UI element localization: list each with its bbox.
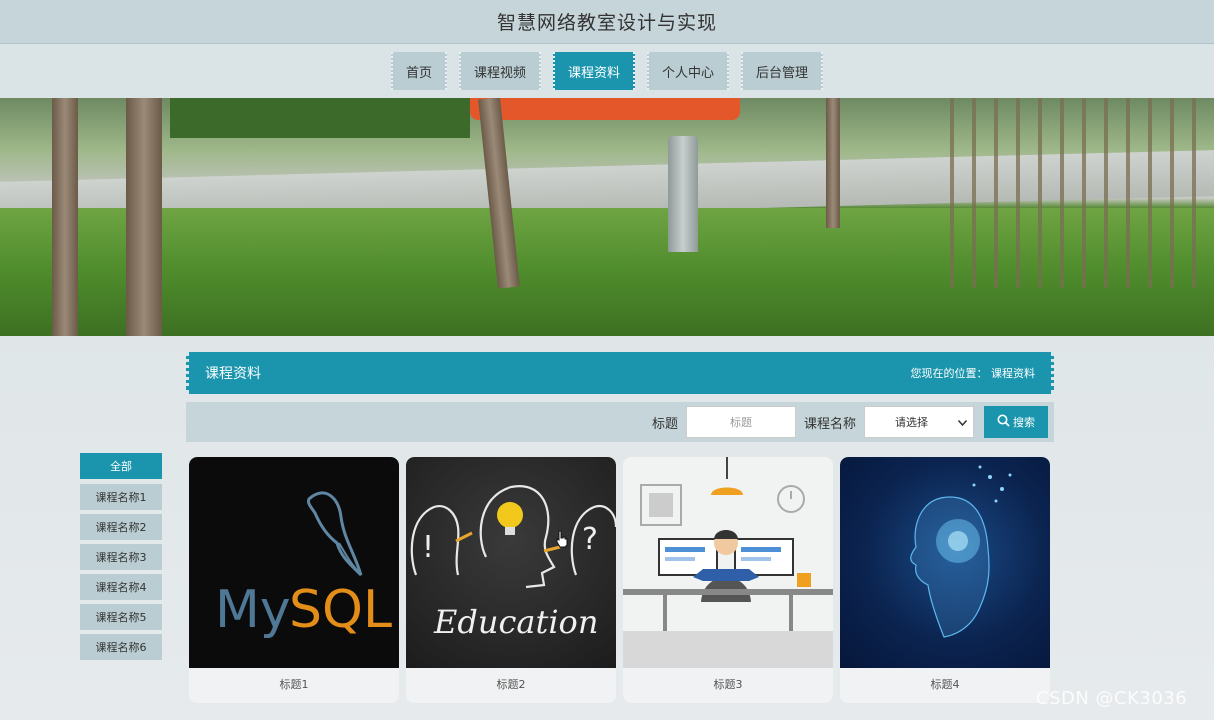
banner-hedge: [170, 98, 470, 138]
nav-item-personal-center[interactable]: 个人中心: [647, 52, 730, 90]
breadcrumb: 您现在的位置： 课程资料: [910, 367, 1036, 380]
section-title: 课程资料: [205, 366, 261, 382]
material-card[interactable]: 标题3: [623, 457, 833, 703]
card-thumbnail-office: [623, 457, 833, 668]
sidebar-item-all[interactable]: 全部: [80, 453, 162, 479]
hand-cursor-icon: [555, 530, 569, 552]
sidebar-item-course-6[interactable]: 课程名称6: [80, 634, 162, 660]
card-thumbnail-mysql: My SQL: [189, 457, 399, 668]
title-label: 标题: [651, 416, 678, 432]
education-text: Education: [433, 603, 598, 641]
svg-text:!: !: [422, 530, 434, 565]
course-name-select[interactable]: 请选择: [864, 406, 974, 438]
site-title: 智慧网络教室设计与实现: [496, 12, 717, 34]
banner-tree: [52, 98, 78, 336]
nav-item-admin[interactable]: 后台管理: [741, 52, 824, 90]
banner-fence: [950, 98, 1214, 288]
material-card[interactable]: My SQL 标题1: [189, 457, 399, 703]
watermark: CSDN @CK3036: [1036, 688, 1188, 709]
mysql-logo-text-my: My: [215, 580, 291, 640]
card-title: 标题2: [496, 678, 526, 691]
svg-text:?: ?: [582, 522, 598, 557]
title-input[interactable]: [685, 406, 796, 438]
sidebar-item-course-3[interactable]: 课程名称3: [80, 544, 162, 570]
search-icon: [997, 414, 1010, 430]
card-title: 标题1: [279, 678, 309, 691]
course-name-label: 课程名称: [803, 416, 856, 432]
site-header: 智慧网络教室设计与实现: [0, 0, 1214, 44]
search-button[interactable]: 搜索: [984, 406, 1048, 438]
main-nav: 首页 课程视频 课程资料 个人中心 后台管理: [0, 44, 1214, 98]
mysql-logo-text-sql: SQL: [289, 580, 392, 640]
card-title: 标题4: [930, 678, 960, 691]
card-thumbnail-ai-head: [840, 457, 1050, 668]
nav-item-course-materials[interactable]: 课程资料: [552, 52, 635, 90]
section-header: 课程资料 您现在的位置： 课程资料: [186, 352, 1054, 394]
sidebar-item-course-1[interactable]: 课程名称1: [80, 484, 162, 510]
banner-tree: [126, 98, 162, 336]
banner-flowers: [470, 98, 740, 120]
nav-item-course-videos[interactable]: 课程视频: [458, 52, 541, 90]
card-thumbnail-education: ! ? Education: [406, 457, 616, 668]
material-card[interactable]: ! ? Education 标题2: [406, 457, 616, 703]
sidebar-item-course-5[interactable]: 课程名称5: [80, 604, 162, 630]
banner-lamp-post: [668, 136, 698, 252]
course-select-value: 请选择: [895, 416, 928, 429]
search-button-label: 搜索: [1013, 416, 1035, 429]
nav-item-home[interactable]: 首页: [390, 52, 447, 90]
material-card[interactable]: 标题4: [840, 457, 1050, 703]
chevron-down-icon: [957, 416, 968, 429]
card-title: 标题3: [713, 678, 743, 691]
search-bar: 标题 课程名称 请选择 搜索: [186, 402, 1054, 442]
banner-image: [0, 98, 1214, 336]
sidebar-item-course-2[interactable]: 课程名称2: [80, 514, 162, 540]
banner-tree: [826, 98, 840, 228]
sidebar-item-course-4[interactable]: 课程名称4: [80, 574, 162, 600]
